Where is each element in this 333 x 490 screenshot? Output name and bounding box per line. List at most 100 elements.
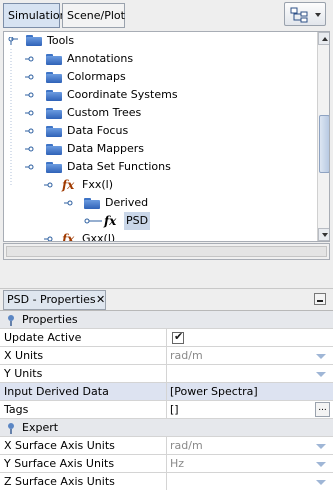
- column-divider: [166, 365, 167, 383]
- property-label: Tags: [4, 403, 29, 416]
- horizontal-scroll-track[interactable]: [6, 246, 327, 257]
- column-divider: [166, 329, 167, 347]
- tree-label: Coordinate Systems: [67, 88, 178, 101]
- collapsed-handle-icon[interactable]: [25, 109, 37, 117]
- column-divider: [166, 473, 167, 490]
- tree-label: Custom Trees: [67, 106, 142, 119]
- tree-node-psd[interactable]: fx PSD: [4, 212, 314, 230]
- property-input-derived-data[interactable]: Input Derived Data [Power Spectra]: [0, 383, 333, 401]
- property-label: Update Active: [4, 331, 82, 344]
- properties-header: PSD - Properties ✕: [0, 288, 333, 310]
- collapsed-handle-icon[interactable]: [25, 127, 37, 135]
- x-surface-value[interactable]: rad/m: [170, 437, 203, 455]
- scroll-down-button[interactable]: [318, 228, 329, 241]
- tags-edit-button[interactable]: ...: [315, 402, 330, 417]
- category-label: Expert: [22, 421, 59, 434]
- pin-icon: [8, 315, 14, 326]
- minimize-button[interactable]: [314, 293, 326, 305]
- scroll-thumb[interactable]: [319, 115, 329, 173]
- tree-node-tools[interactable]: Tools: [4, 32, 314, 50]
- property-update-active: Update Active: [0, 329, 333, 347]
- tab-simulation[interactable]: Simulation: [3, 3, 67, 28]
- collapsed-handle-icon[interactable]: [25, 145, 37, 153]
- tree-label: Gxx(l): [82, 232, 116, 242]
- y-surface-value[interactable]: Hz: [170, 455, 184, 473]
- tree-node-derived[interactable]: Derived: [4, 194, 314, 212]
- column-divider: [166, 347, 167, 365]
- property-x-units: X Units rad/m: [0, 347, 333, 365]
- tree-node-fxx[interactable]: fx Fxx(l): [4, 176, 314, 194]
- input-derived-data-value[interactable]: [Power Spectra]: [170, 383, 258, 401]
- column-divider: [166, 437, 167, 455]
- expanded-handle-icon[interactable]: [44, 181, 56, 189]
- folder-icon: [46, 126, 62, 137]
- tree-label: Colormaps: [67, 70, 126, 83]
- folder-icon: [46, 162, 62, 173]
- top-tab-bar: Simulation Scene/Plot: [0, 0, 333, 30]
- column-divider: [166, 383, 167, 401]
- folder-icon: [46, 90, 62, 101]
- tree-vertical-scrollbar[interactable]: [317, 32, 329, 241]
- arrow-up-icon: [322, 37, 328, 41]
- folder-icon: [46, 108, 62, 119]
- tree-hierarchy-icon: [290, 7, 308, 23]
- properties-title: PSD - Properties: [7, 293, 96, 306]
- collapsed-handle-icon[interactable]: [25, 55, 37, 63]
- function-fx-icon: fx: [104, 214, 117, 228]
- folder-icon: [46, 54, 62, 65]
- category-expert[interactable]: Expert: [0, 419, 333, 437]
- properties-sheet: Properties Update Active X Units rad/m Y…: [0, 310, 333, 490]
- category-label: Properties: [22, 313, 78, 326]
- folder-icon: [46, 144, 62, 155]
- tree-label: Tools: [47, 34, 75, 47]
- property-y-units: Y Units: [0, 365, 333, 383]
- tree-horizontal-scrollbar[interactable]: [3, 243, 330, 260]
- tree-node-gxx[interactable]: fx Gxx(l): [4, 230, 314, 242]
- tree-view-menu-button[interactable]: [284, 2, 326, 26]
- property-label: X Surface Axis Units: [4, 439, 115, 452]
- close-icon[interactable]: ✕: [96, 291, 105, 309]
- collapsed-handle-icon[interactable]: [25, 91, 37, 99]
- tree-label: Derived: [105, 196, 149, 209]
- dropdown-arrow-icon[interactable]: [316, 480, 326, 485]
- simulation-tree[interactable]: Tools Annotations Colormaps Coordinate S…: [3, 31, 330, 242]
- scroll-up-button[interactable]: [318, 32, 329, 45]
- dropdown-arrow-icon[interactable]: [316, 354, 326, 359]
- property-tags: Tags [] ...: [0, 401, 333, 419]
- expanded-handle-icon[interactable]: [7, 37, 18, 45]
- collapsed-handle-icon[interactable]: [25, 163, 37, 171]
- function-fx-icon: fx: [62, 232, 75, 242]
- tree-node-data-focus[interactable]: Data Focus: [4, 122, 314, 140]
- tree-node-annotations[interactable]: Annotations: [4, 50, 314, 68]
- tags-value[interactable]: []: [170, 401, 179, 419]
- property-label: Y Surface Axis Units: [4, 457, 115, 470]
- folder-icon: [26, 35, 42, 46]
- update-active-checkbox[interactable]: [172, 330, 184, 344]
- leaf-handle-icon: [84, 218, 102, 224]
- dropdown-arrow-icon[interactable]: [316, 462, 326, 467]
- tree-label: Annotations: [67, 52, 134, 65]
- column-divider: [166, 401, 167, 419]
- dropdown-arrow-icon[interactable]: [316, 372, 326, 377]
- properties-tab[interactable]: PSD - Properties ✕: [3, 290, 106, 310]
- tree-node-data-mappers[interactable]: Data Mappers: [4, 140, 314, 158]
- property-label: Y Units: [4, 367, 43, 380]
- tab-scene-plot[interactable]: Scene/Plot: [62, 3, 125, 28]
- function-fx-icon: fx: [62, 178, 75, 192]
- arrow-down-icon: [322, 233, 328, 237]
- x-units-value[interactable]: rad/m: [170, 347, 203, 365]
- category-properties[interactable]: Properties: [0, 311, 333, 329]
- collapsed-handle-icon[interactable]: [44, 235, 56, 242]
- property-z-surface-axis-units: Z Surface Axis Units: [0, 473, 333, 490]
- expanded-handle-icon[interactable]: [64, 199, 76, 207]
- folder-icon: [84, 198, 100, 209]
- tree-node-custom-trees[interactable]: Custom Trees: [4, 104, 314, 122]
- collapsed-handle-icon[interactable]: [25, 73, 37, 81]
- property-label: Input Derived Data: [4, 385, 109, 398]
- tree-node-coordinate-systems[interactable]: Coordinate Systems: [4, 86, 314, 104]
- tree-label: Fxx(l): [82, 178, 113, 191]
- tree-node-colormaps[interactable]: Colormaps: [4, 68, 314, 86]
- tree-node-data-set-functions[interactable]: Data Set Functions: [4, 158, 314, 176]
- chevron-down-icon: [315, 13, 321, 17]
- dropdown-arrow-icon[interactable]: [316, 444, 326, 449]
